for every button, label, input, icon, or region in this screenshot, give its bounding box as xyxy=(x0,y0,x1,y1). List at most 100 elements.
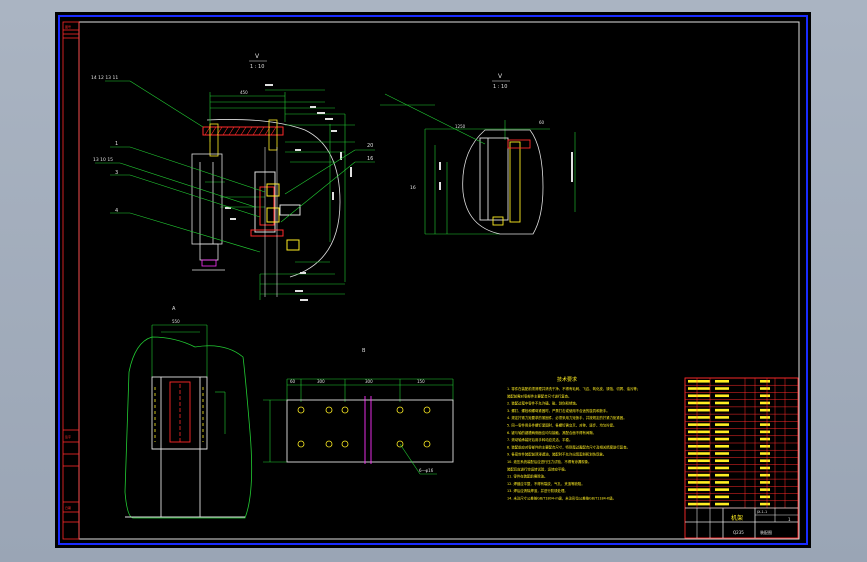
detail-title: A xyxy=(172,306,176,312)
bom-cell-name xyxy=(715,466,729,470)
side-dim-top-right: 60 xyxy=(539,120,545,125)
plate-dim-lines xyxy=(263,378,454,463)
top-beam xyxy=(202,126,284,136)
title-block-code: JX-1-1 xyxy=(756,510,767,514)
main-view-title: V xyxy=(255,53,260,60)
bom-cell-code xyxy=(688,445,710,448)
bom-cell-name xyxy=(715,502,729,506)
bom-cell-code xyxy=(688,495,710,499)
note-line: 9. 各密封件装配前须浸透油，装配时不允许出现歪斜和划伤现象。 xyxy=(507,452,606,457)
note-line: 2. 装配过程中零件不允许磕、碰、划伤和锈蚀。 xyxy=(507,401,579,406)
side-view-title: V xyxy=(498,73,503,80)
svg-text:60: 60 xyxy=(290,379,296,384)
bom-cell-name xyxy=(715,408,729,412)
cad-drawing: 图号 签字 日期 V 1 : 10 450 14 12 13 11 1 13 1… xyxy=(58,15,808,545)
bom-cell-material xyxy=(760,394,770,398)
bom-cell-code xyxy=(688,387,710,390)
bom-cell-code xyxy=(688,394,710,398)
side-label: 16 xyxy=(410,185,416,191)
plate-hole-leader xyxy=(399,443,421,475)
bom-cell-name xyxy=(715,459,729,463)
title-block-name: 机架 xyxy=(731,514,743,522)
note-line: 装配前需对零部件主要配合尺寸进行复查。 xyxy=(507,393,571,398)
bom-cell-material xyxy=(760,423,770,426)
binding-label-top: 图号 xyxy=(65,24,71,29)
bom-cell-code xyxy=(688,423,710,426)
bom-cell-name xyxy=(715,401,729,405)
bom-cell-material xyxy=(760,459,770,463)
callout-right-b: 16 xyxy=(367,156,373,162)
bom-cell-name xyxy=(715,452,729,455)
note-line: 7. 滚动轴承装好后用手转动应灵活、平稳。 xyxy=(507,437,572,442)
bom-cell-name xyxy=(715,387,729,390)
binding-strip xyxy=(62,21,80,540)
svg-text:300: 300 xyxy=(365,379,373,384)
bom-cell-material xyxy=(760,380,770,383)
binding-label-bottom: 日期 xyxy=(65,505,71,510)
detail-bolts xyxy=(154,384,204,442)
title-block-material: Q235 xyxy=(733,530,744,535)
plate-outline xyxy=(286,399,454,463)
binding-label-mid: 签字 xyxy=(65,434,71,439)
notes-title: 技术要求 xyxy=(557,376,577,383)
callout-top-left: 14 12 13 11 xyxy=(91,75,118,81)
side-dim-top-left: 1250 xyxy=(455,124,466,129)
bom-cell-code xyxy=(688,481,710,484)
title-block-sheet: 1 xyxy=(788,517,791,522)
bom-cell-name xyxy=(715,416,729,419)
bom-cell-code xyxy=(688,380,710,383)
plate-slot xyxy=(364,396,372,464)
note-line: 12. 焊缝应平整，不得有裂纹、气孔、夹渣等缺陷。 xyxy=(507,481,585,486)
column xyxy=(191,153,225,271)
plate-holes xyxy=(297,406,431,448)
note-line: 1. 零件在装配前须清理并清洗干净，不得有毛刺、飞边、氧化皮、锈蚀、切屑、油污等… xyxy=(507,386,640,391)
bom-cell-name xyxy=(715,481,729,484)
note-line: 13. 焊后应清除焊渣，并进行防锈处理。 xyxy=(507,488,568,493)
side-view-scale: 1 : 10 xyxy=(493,84,507,90)
callout-item-4: 4 xyxy=(115,208,118,214)
side-vertical-text xyxy=(439,152,573,190)
bom-cell-name xyxy=(715,488,729,491)
bom-cell-code xyxy=(688,437,710,441)
drawing-sheet: 图号 签字 日期 V 1 : 10 450 14 12 13 11 1 13 1… xyxy=(55,12,811,548)
bom-cell-code xyxy=(688,488,710,491)
bom-cell-material xyxy=(760,473,770,477)
bom-cell-code xyxy=(688,401,710,405)
main-leaders xyxy=(95,80,375,253)
center-bracket xyxy=(250,147,301,297)
plate-segment-dims: 60 300 300 150 xyxy=(290,379,425,384)
bom-cell-code xyxy=(688,466,710,470)
callout-item-1: 1 xyxy=(115,141,118,147)
main-view-scale: 1 : 10 xyxy=(250,64,264,70)
bom-cell-material xyxy=(760,452,770,455)
bom-cell-name xyxy=(715,445,729,448)
callout-item-2: 13 10 15 xyxy=(93,157,113,163)
bom-cell-material xyxy=(760,387,770,390)
note-line: 4. 规定拧紧力矩要求的紧固件，必须采用力矩扳手，并按规定的拧紧力矩紧固。 xyxy=(507,415,627,420)
main-dim-small-texts xyxy=(225,84,352,301)
callout-item-3: 3 xyxy=(115,170,118,176)
detail-structure xyxy=(125,376,245,518)
bom-cell-material xyxy=(760,495,770,499)
note-line: 6. 键与轴的键槽两侧面应均匀接触，其配合面不得有间隙。 xyxy=(507,430,596,435)
main-dim-top: 450 xyxy=(240,90,248,95)
note-line: 8. 装配前应对零部件的主要配合尺寸，特别是过盈配合尺寸及相关精度进行复查。 xyxy=(507,444,630,449)
callout-right-a: 20 xyxy=(367,143,373,149)
bom-cell-name xyxy=(715,473,729,477)
bom-cell-code xyxy=(688,416,710,419)
svg-text:300: 300 xyxy=(317,379,325,384)
note-line: 11. 零件在装配前需除油。 xyxy=(507,474,547,479)
bom-cell-code xyxy=(688,473,710,477)
plate-title: B xyxy=(362,348,366,354)
bom-cell-material xyxy=(760,437,770,441)
bom-cell-material xyxy=(760,401,770,405)
bom-cell-code xyxy=(688,459,710,463)
side-structure xyxy=(479,137,531,226)
bom-cell-name xyxy=(715,437,729,441)
note-line: 装配后应进行空运转试验，运转应平稳。 xyxy=(507,466,568,471)
bom-cell-code xyxy=(688,502,710,506)
notes-lines: 1. 零件在装配前须清理并清洗干净，不得有毛刺、飞边、氧化皮、锈蚀、切屑、油污等… xyxy=(507,386,640,501)
bom-cell-code xyxy=(688,452,710,455)
title-block-company: 装配图 xyxy=(760,529,772,535)
bom-cell-material xyxy=(760,481,770,484)
